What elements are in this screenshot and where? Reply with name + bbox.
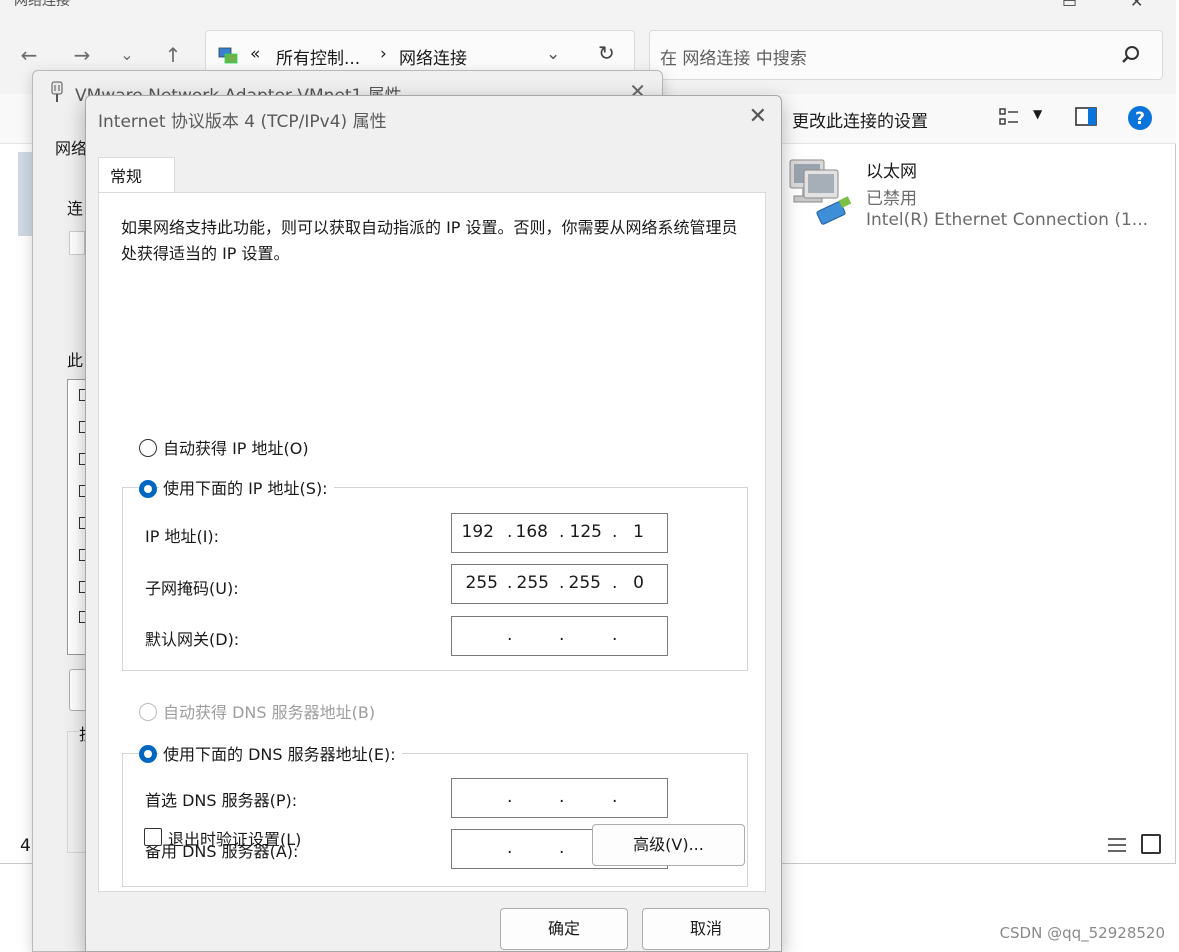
dns-dot: . bbox=[507, 838, 513, 858]
ip-octet-4: 1 bbox=[633, 522, 644, 542]
general-panel: 如果网络支持此功能，则可以获取自动指派的 IP 设置。否则，你需要从网络系统管理… bbox=[98, 192, 766, 892]
description-text: 如果网络支持此功能，则可以获取自动指派的 IP 设置。否则，你需要从网络系统管理… bbox=[121, 218, 738, 263]
network-adapter-icon bbox=[789, 159, 852, 225]
adapter-plug-icon bbox=[51, 81, 63, 102]
vmware-uses-label: 此 bbox=[67, 351, 84, 370]
forward-icon[interactable]: → bbox=[67, 40, 97, 70]
breadcrumb-separator[interactable]: › bbox=[380, 44, 387, 64]
manual-ip-radio[interactable] bbox=[139, 480, 157, 498]
search-box[interactable]: 在 网络连接 中搜索 bbox=[649, 30, 1163, 80]
ip-address-label: IP 地址(I): bbox=[145, 527, 220, 546]
auto-ip-label[interactable]: 自动获得 IP 地址(O) bbox=[163, 435, 309, 459]
help-icon[interactable]: ? bbox=[1127, 105, 1153, 131]
subnet-mask-field[interactable]: 255 . 255 . 255 . 0 bbox=[451, 564, 668, 604]
preferred-dns-field[interactable]: . . . bbox=[451, 778, 668, 818]
manual-ip-label[interactable]: 使用下面的 IP 地址(S): bbox=[159, 475, 334, 499]
dns-dot: . bbox=[612, 787, 618, 807]
preferred-dns-label: 首选 DNS 服务器(P): bbox=[145, 791, 298, 810]
ip-octet-1: 192 bbox=[461, 522, 494, 542]
adapter-name: 以太网 bbox=[866, 162, 917, 182]
adapter-device: Intel(R) Ethernet Connection (1... bbox=[866, 210, 1149, 230]
breadcrumb-overflow[interactable]: « bbox=[250, 44, 260, 64]
dns-dot: . bbox=[559, 838, 565, 858]
manual-dns-label[interactable]: 使用下面的 DNS 服务器地址(E): bbox=[159, 741, 402, 765]
mask-octet-4: 0 bbox=[633, 573, 644, 593]
preview-pane-icon[interactable] bbox=[1074, 106, 1098, 128]
watermark: CSDN @qq_52928520 bbox=[999, 924, 1165, 942]
change-settings-button[interactable]: 更改此连接的设置 bbox=[792, 107, 928, 132]
up-icon[interactable]: ↑ bbox=[158, 40, 188, 70]
subnet-mask-label: 子网掩码(U): bbox=[145, 579, 239, 598]
large-icons-view-icon[interactable] bbox=[1141, 834, 1161, 854]
minimize-icon[interactable]: ▭ bbox=[1062, 0, 1077, 11]
tcpipv4-properties-dialog: Internet 协议版本 4 (TCP/IPv4) 属性 ✕ 常规 如果网络支… bbox=[85, 95, 782, 952]
vmware-adapter-field bbox=[69, 231, 85, 255]
view-dropdown-icon[interactable]: ▼ bbox=[1033, 107, 1042, 121]
mask-octet-3: 255 bbox=[568, 573, 601, 593]
ip-octet-2: 168 bbox=[515, 522, 548, 542]
auto-dns-label[interactable]: 自动获得 DNS 服务器地址(B) bbox=[163, 699, 375, 723]
cancel-button[interactable]: 取消 bbox=[642, 908, 770, 950]
vmware-tab-networking[interactable]: 网络 bbox=[55, 135, 87, 159]
search-icon[interactable] bbox=[1120, 44, 1142, 66]
ethernet-adapter-item[interactable]: 以太网 已禁用 Intel(R) Ethernet Connection (1.… bbox=[784, 152, 1164, 242]
mask-octet-1: 255 bbox=[465, 573, 498, 593]
gateway-dot: . bbox=[507, 625, 513, 645]
ip-address-field[interactable]: 192 . 168 . 125 . 1 bbox=[451, 513, 668, 553]
refresh-icon[interactable]: ↻ bbox=[598, 41, 615, 65]
control-panel-icon bbox=[218, 47, 238, 64]
mask-octet-2: 255 bbox=[516, 573, 549, 593]
advanced-button[interactable]: 高级(V)... bbox=[592, 824, 745, 866]
view-options-icon[interactable] bbox=[998, 106, 1020, 128]
recent-locations-icon[interactable]: ⌄ bbox=[112, 40, 142, 70]
auto-ip-radio[interactable] bbox=[139, 439, 157, 457]
gateway-field[interactable]: . . . bbox=[451, 616, 668, 656]
tab-general[interactable]: 常规 bbox=[98, 157, 175, 194]
command-bar-left-stub bbox=[0, 94, 32, 144]
svg-text:?: ? bbox=[1135, 109, 1145, 129]
dns-dot: . bbox=[559, 787, 565, 807]
breadcrumb-current[interactable]: 网络连接 bbox=[399, 44, 467, 69]
explorer-title: 网络连接 bbox=[14, 0, 70, 9]
explorer-titlebar: 网络连接 ▭ ✕ bbox=[0, 0, 1176, 22]
dns-dot: . bbox=[507, 787, 513, 807]
close-icon[interactable]: ✕ bbox=[749, 104, 767, 129]
search-placeholder: 在 网络连接 中搜索 bbox=[660, 49, 807, 69]
breadcrumb-parent[interactable]: 所有控制... bbox=[276, 44, 360, 69]
manual-dns-radio[interactable] bbox=[139, 745, 157, 763]
ok-button[interactable]: 确定 bbox=[500, 908, 628, 950]
gateway-label: 默认网关(D): bbox=[145, 630, 240, 649]
details-view-icon[interactable] bbox=[1107, 836, 1127, 854]
close-icon[interactable]: ✕ bbox=[1130, 0, 1143, 11]
vmware-connect-label: 连 bbox=[67, 199, 84, 218]
validate-on-exit-label[interactable]: 退出时验证设置(L) bbox=[168, 826, 301, 850]
gateway-dot: . bbox=[612, 625, 618, 645]
adapter-status: 已禁用 bbox=[866, 189, 917, 209]
address-dropdown-icon[interactable]: ⌄ bbox=[546, 44, 560, 64]
ip-octet-3: 125 bbox=[569, 522, 602, 542]
back-icon[interactable]: ← bbox=[14, 40, 44, 70]
nav-selection-stub bbox=[18, 152, 32, 236]
gateway-dot: . bbox=[559, 625, 565, 645]
item-count: 4 bbox=[20, 836, 31, 856]
auto-dns-radio[interactable] bbox=[139, 703, 157, 721]
validate-on-exit-checkbox[interactable] bbox=[144, 828, 162, 846]
dialog-title: Internet 协议版本 4 (TCP/IPv4) 属性 bbox=[98, 112, 387, 132]
